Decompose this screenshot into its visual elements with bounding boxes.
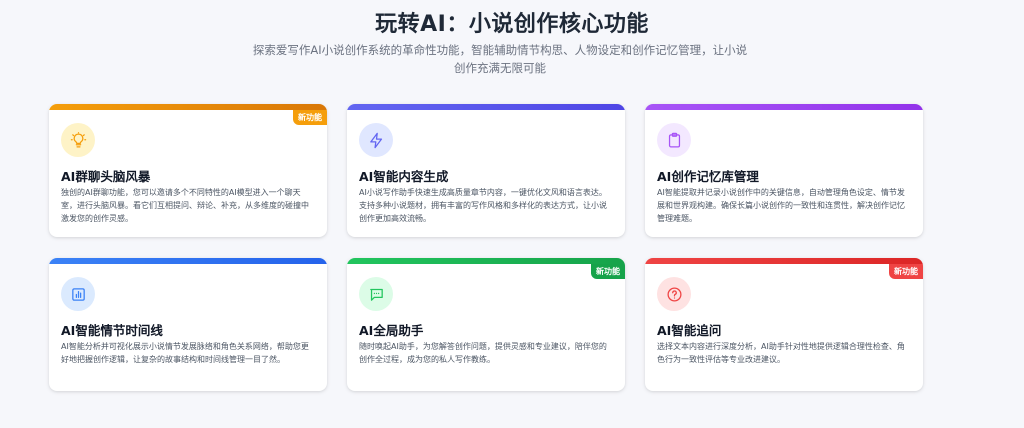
feature-card-global-assistant[interactable]: 新功能 AI全局助手 随时唤起AI助手，为您解答创作问题，提供灵感和专业建议，陪…	[347, 258, 625, 391]
card-title: AI全局助手	[359, 323, 424, 338]
feature-card-plot-timeline[interactable]: AI智能情节时间线 AI智能分析并可视化展示小说情节发展脉络和角色关系网络，帮助…	[49, 258, 327, 391]
card-title: AI智能情节时间线	[61, 323, 163, 338]
card-accent-bar	[49, 258, 327, 264]
card-accent-bar	[49, 104, 327, 110]
new-feature-badge: 新功能	[591, 264, 625, 279]
card-accent-bar	[645, 258, 923, 264]
feature-card-brainstorm[interactable]: 新功能 AI群聊头脑风暴 独创的AI群聊功能，您可以邀请多个不同特性的AI模型进…	[49, 104, 327, 237]
card-description: AI小说写作助手快速生成高质量章节内容，一键优化文风和语言表达。支持多种小说题材…	[359, 188, 607, 223]
card-description: AI智能提取并记录小说创作中的关键信息，自动管理角色设定、情节发展和世界观构建。…	[657, 188, 905, 223]
chat-icon	[359, 277, 393, 311]
card-accent-bar	[347, 258, 625, 264]
card-description: 独创的AI群聊功能，您可以邀请多个不同特性的AI模型进入一个聊天室，进行头脑风暴…	[61, 188, 309, 223]
lightbulb-icon	[61, 123, 95, 157]
bar-chart-icon	[61, 277, 95, 311]
page-title: 玩转AI：小说创作核心功能	[375, 12, 649, 37]
card-title: AI智能内容生成	[359, 169, 449, 184]
lightning-icon	[359, 123, 393, 157]
card-description: 随时唤起AI助手，为您解答创作问题，提供灵感和专业建议，陪伴您的创作全过程，成为…	[359, 342, 607, 364]
card-description: AI智能分析并可视化展示小说情节发展脉络和角色关系网络，帮助您更好地把握创作逻辑…	[61, 342, 309, 364]
card-title: AI群聊头脑风暴	[61, 169, 151, 184]
feature-card-content-generation[interactable]: AI智能内容生成 AI小说写作助手快速生成高质量章节内容，一键优化文风和语言表达…	[347, 104, 625, 237]
card-accent-bar	[645, 104, 923, 110]
card-title: AI创作记忆库管理	[657, 169, 759, 184]
page-subtitle: 探索爱写作AI小说创作系统的革命性功能，智能辅助情节构思、人物设定和创作记忆管理…	[252, 43, 748, 75]
question-icon	[657, 277, 691, 311]
clipboard-icon	[657, 123, 691, 157]
new-feature-badge: 新功能	[293, 110, 327, 125]
feature-card-smart-followup[interactable]: 新功能 AI智能追问 选择文本内容进行深度分析，AI助手针对性地提供逻辑合理性检…	[645, 258, 923, 391]
card-description: 选择文本内容进行深度分析，AI助手针对性地提供逻辑合理性检查、角色行为一致性评估…	[657, 342, 905, 364]
feature-card-memory-library[interactable]: AI创作记忆库管理 AI智能提取并记录小说创作中的关键信息，自动管理角色设定、情…	[645, 104, 923, 237]
card-accent-bar	[347, 104, 625, 110]
card-title: AI智能追问	[657, 323, 722, 338]
new-feature-badge: 新功能	[889, 264, 923, 279]
